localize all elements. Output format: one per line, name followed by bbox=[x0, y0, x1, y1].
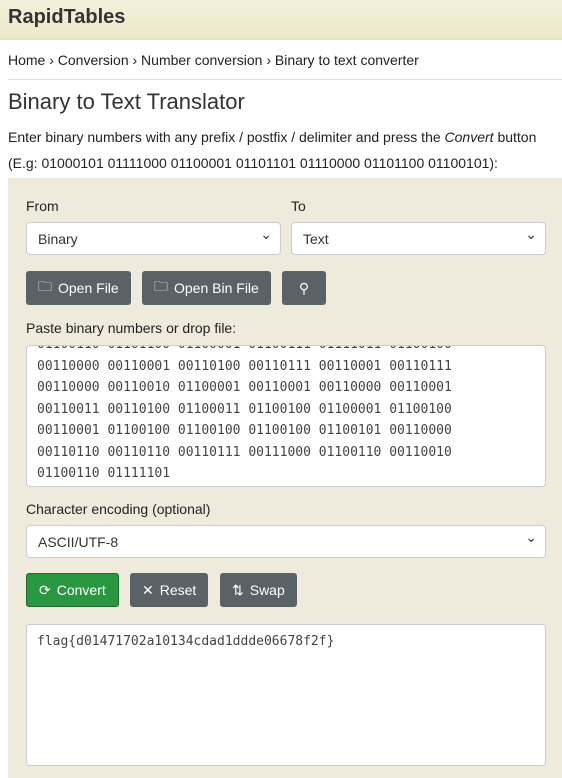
folder-icon: 🗀 bbox=[38, 278, 52, 294]
binary-line: 00110000 00110010 01100001 00110001 0011… bbox=[37, 380, 452, 395]
open-bin-file-button[interactable]: 🗀 Open Bin File bbox=[142, 271, 271, 305]
page-title: Binary to Text Translator bbox=[8, 89, 245, 114]
open-file-label: Open File bbox=[58, 280, 119, 296]
binary-line: 00110011 00110100 01100011 01100100 0110… bbox=[37, 401, 452, 417]
divider bbox=[8, 79, 562, 80]
binary-line: 00110110 00110110 00110111 00111000 0110… bbox=[37, 444, 452, 460]
binary-line: 01100110 01101100 01100001 01100111 0111… bbox=[37, 346, 535, 356]
desc-text: Enter binary numbers with any prefix / p… bbox=[8, 129, 445, 145]
to-select[interactable]: Text bbox=[291, 222, 546, 255]
breadcrumb[interactable]: Home › Conversion › Number conversion › … bbox=[8, 52, 419, 68]
encoding-select[interactable]: ASCII/UTF-8 bbox=[26, 525, 546, 558]
binary-input[interactable]: 01100110 01101100 01100001 01100111 0111… bbox=[26, 345, 546, 487]
swap-icon: ⇅ bbox=[232, 581, 244, 598]
swap-label: Swap bbox=[249, 582, 285, 598]
description-line-2: (E.g: 01000101 01111000 01100001 0110110… bbox=[8, 155, 498, 171]
to-label: To bbox=[291, 198, 306, 214]
convert-label: Convert bbox=[56, 582, 106, 598]
binary-line: 00110001 01100100 01100100 01100100 0110… bbox=[37, 423, 452, 438]
close-icon: ✕ bbox=[142, 581, 154, 598]
open-file-button[interactable]: 🗀 Open File bbox=[26, 271, 131, 305]
swap-button[interactable]: ⇅ Swap bbox=[220, 573, 297, 607]
folder-icon: 🗀 bbox=[154, 278, 168, 294]
open-bin-file-label: Open Bin File bbox=[174, 280, 259, 296]
encoding-label: Character encoding (optional) bbox=[26, 501, 211, 517]
refresh-icon: ⟳ bbox=[39, 581, 51, 598]
desc-em: Convert bbox=[444, 129, 494, 145]
input-label: Paste binary numbers or drop file: bbox=[26, 320, 237, 336]
search-button[interactable]: ⚲ bbox=[282, 271, 326, 305]
from-select[interactable]: Binary bbox=[26, 222, 281, 255]
converter-panel: From Binary To Text 🗀 Open File 🗀 Open Bin… bbox=[8, 178, 562, 778]
binary-line: 00110000 00110001 00110100 00110111 0011… bbox=[37, 358, 452, 374]
output-text[interactable]: flag{d01471702a10134cdad1ddde06678f2f} bbox=[26, 624, 546, 766]
desc-text: button bbox=[493, 129, 537, 145]
brand-logo[interactable]: RapidTables bbox=[8, 6, 125, 28]
from-label: From bbox=[26, 198, 59, 214]
reset-button[interactable]: ✕ Reset bbox=[130, 573, 209, 607]
description-line-1: Enter binary numbers with any prefix / p… bbox=[8, 129, 536, 145]
search-icon: ⚲ bbox=[298, 279, 310, 296]
convert-button[interactable]: ⟳ Convert bbox=[26, 573, 119, 607]
binary-line: 01100110 01111101 bbox=[37, 466, 171, 481]
reset-label: Reset bbox=[159, 582, 197, 598]
site-header: RapidTables bbox=[0, 0, 562, 40]
